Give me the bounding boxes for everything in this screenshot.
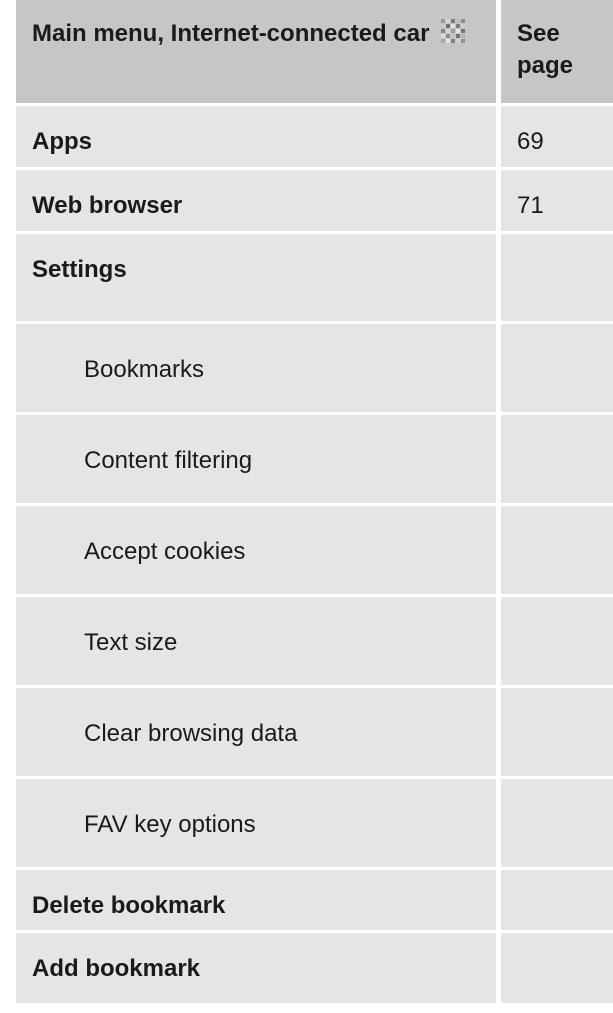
table-header-row: Main menu, Internet-connected car See pa… [16, 0, 613, 106]
menu-item-apps: Apps [16, 106, 501, 170]
menu-subitem-bookmarks: Bookmarks [16, 324, 501, 415]
menu-row-add-bookmark: Add bookmark [16, 933, 613, 1003]
menu-row-bookmarks: Bookmarks [16, 324, 613, 415]
page-ref-content-filtering [501, 415, 613, 506]
menu-row-fav-key-options: FAV key options [16, 779, 613, 870]
menu-item-settings: Settings [16, 234, 501, 324]
page-ref-delete-bookmark [501, 870, 613, 933]
menu-subitem-clear-browsing-data: Clear browsing data [16, 688, 501, 779]
menu-row-clear-browsing-data: Clear browsing data [16, 688, 613, 779]
page-ref-bookmarks [501, 324, 613, 415]
menu-subitem-accept-cookies: Accept cookies [16, 506, 501, 597]
menu-row-apps: Apps 69 [16, 106, 613, 170]
menu-row-settings: Settings [16, 234, 613, 324]
page-ref-clear-browsing-data [501, 688, 613, 779]
page-ref-text-size [501, 597, 613, 688]
menu-row-text-size: Text size [16, 597, 613, 688]
menu-row-delete-bookmark: Delete bookmark [16, 870, 613, 933]
menu-row-accept-cookies: Accept cookies [16, 506, 613, 597]
menu-table: Main menu, Internet-connected car See pa… [16, 0, 613, 1003]
menu-row-content-filtering: Content filtering [16, 415, 613, 506]
menu-item-web-browser: Web browser [16, 170, 501, 234]
page-ref-settings [501, 234, 613, 324]
page-ref-fav-key-options [501, 779, 613, 870]
page-ref-add-bookmark [501, 933, 613, 1003]
menu-row-web-browser: Web browser 71 [16, 170, 613, 234]
page-ref-accept-cookies [501, 506, 613, 597]
menu-subitem-content-filtering: Content filtering [16, 415, 501, 506]
internet-connected-car-icon [440, 18, 469, 44]
menu-title: Main menu, Internet-connected car [32, 20, 430, 47]
see-page-header: See page [501, 0, 613, 106]
menu-subitem-fav-key-options: FAV key options [16, 779, 501, 870]
menu-title-header: Main menu, Internet-connected car [16, 0, 501, 106]
menu-subitem-text-size: Text size [16, 597, 501, 688]
page-ref-apps: 69 [501, 106, 613, 170]
page-ref-web-browser: 71 [501, 170, 613, 234]
menu-item-delete-bookmark: Delete bookmark [16, 870, 501, 933]
menu-item-add-bookmark: Add bookmark [16, 933, 501, 1003]
